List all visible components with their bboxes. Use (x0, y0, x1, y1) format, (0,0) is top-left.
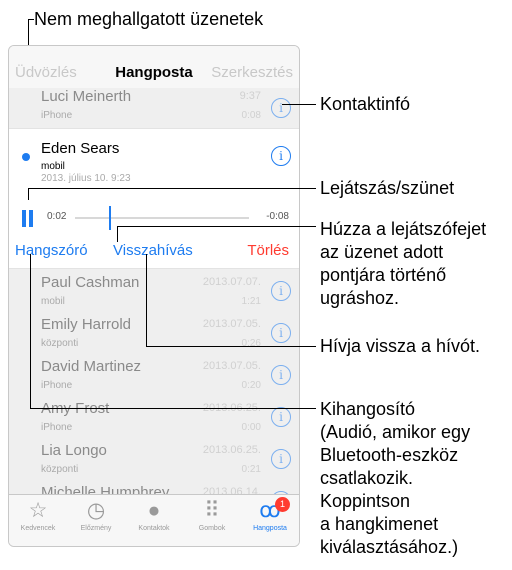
leader-speaker-h (30, 408, 316, 409)
message-date: 2013.07.07. (202, 276, 261, 288)
callout-contact-info: Kontaktinfó (320, 94, 411, 114)
voicemail-row[interactable]: David Martinez iPhone 2013.07.05. 0:20 i (9, 353, 299, 396)
message-duration: 0:26 (241, 338, 261, 349)
message-duration: 0:20 (241, 380, 261, 391)
tab-keypad[interactable]: ⠿ Gombok (183, 499, 241, 532)
callout-line: ugráshoz. (320, 288, 400, 308)
badge-count: 1 (275, 497, 290, 512)
contacts-icon: ● (147, 499, 161, 522)
voicemail-row[interactable]: Paul Cashman mobil 2013.07.07. 1:21 i (9, 269, 299, 312)
callout-speaker: Kihangosító (Audió, amikor egy Bluetooth… (320, 398, 470, 559)
keypad-icon: ⠿ (204, 499, 220, 522)
info-icon[interactable]: i (271, 323, 291, 343)
caller-type: iPhone (41, 422, 73, 433)
audio-player: 0:02 -0:08 (9, 201, 299, 237)
callout-line: csatlakozik. (320, 468, 414, 488)
leader-scrub-v (117, 226, 118, 242)
remaining-time: -0:08 (266, 211, 289, 222)
caller-name: Luci Meinerth (41, 88, 132, 105)
voicemail-row-selected[interactable]: Eden Sears mobil 2013. július 10. 9:23 i (9, 128, 299, 200)
caller-name: David Martinez (41, 358, 142, 375)
callout-line: az üzenet adott (320, 242, 444, 262)
tab-contacts[interactable]: ● Kontaktok (125, 499, 183, 532)
caller-type: központi (41, 464, 79, 475)
pause-button[interactable] (22, 210, 34, 227)
voicemail-row[interactable]: Amy Frost iPhone 2013.06.25. 0:00 i (9, 395, 299, 438)
callout-line: Bluetooth-eszköz (320, 445, 459, 465)
voicemail-icon: ꝏ (259, 499, 281, 522)
info-icon[interactable]: i (271, 449, 291, 469)
callout-line: pontjára történő (320, 265, 447, 285)
leader-speaker-v (30, 254, 31, 408)
speaker-button[interactable]: Hangszóró (15, 242, 88, 259)
info-icon[interactable]: i (271, 98, 291, 118)
callout-line: Húzza a lejátszófejet (320, 219, 487, 239)
message-duration: 0:08 (241, 110, 261, 121)
message-actions: Hangszóró Visszahívás Törlés (9, 238, 299, 269)
message-duration: 0:21 (241, 464, 261, 475)
message-date: 2013.07.05. (202, 360, 261, 372)
leader-play-v (28, 188, 29, 200)
tab-favorites[interactable]: ☆ Kedvencek (9, 499, 67, 532)
elapsed-time: 0:02 (47, 211, 67, 222)
call-back-button[interactable]: Visszahívás (113, 242, 193, 259)
tab-label: Kedvencek (20, 525, 56, 532)
voicemail-row-top[interactable]: Luci Meinerth iPhone 9:37 0:08 i (9, 88, 299, 129)
callout-line: Kihangosító (320, 399, 416, 419)
message-date: 2013.07.05. (202, 318, 261, 330)
playhead[interactable] (108, 206, 111, 230)
scrubber-track[interactable] (75, 217, 249, 219)
tab-label: Előzmény (80, 525, 112, 532)
message-date: 2013.06.25. (202, 444, 261, 456)
tab-voicemail[interactable]: ꝏ 1 Hangposta (241, 497, 299, 532)
voicemail-row[interactable]: Emily Harrold központi 2013.07.05. 0:26 … (9, 311, 299, 354)
leader-scrub-h (117, 226, 316, 227)
caller-type: iPhone (41, 110, 73, 121)
tab-bar: ☆ Kedvencek ◷ Előzmény ● Kontaktok ⠿ Gom… (9, 494, 299, 546)
message-duration: 0:00 (241, 422, 261, 433)
callout-line: kiválasztásához.) (320, 537, 459, 557)
message-date: 2013. július 10. 9:23 (41, 173, 131, 184)
star-icon: ☆ (28, 499, 48, 522)
tab-label: Kontaktok (138, 525, 170, 532)
callout-call-back: Hívja vissza a hívót. (320, 336, 481, 356)
voicemail-row[interactable]: Lia Longo központi 2013.06.25. 0:21 i (9, 437, 299, 480)
info-icon[interactable]: i (271, 281, 291, 301)
phone-screen: Üdvözlés Hangposta Szerkesztés Luci Mein… (8, 45, 300, 547)
callout-line: Koppintson (320, 491, 411, 511)
info-icon[interactable]: i (271, 407, 291, 427)
caller-name: Eden Sears (41, 140, 120, 157)
tab-recents[interactable]: ◷ Előzmény (67, 499, 125, 532)
callout-scrub: Húzza a lejátszófejet az üzenet adott po… (320, 218, 486, 310)
caller-name: Lia Longo (41, 442, 107, 459)
message-duration: 1:21 (241, 296, 261, 307)
leader-callback-h (146, 346, 316, 347)
caller-type: mobil (41, 296, 65, 307)
leader-callback-v (146, 254, 147, 346)
unheard-dot (22, 153, 30, 161)
caller-name: Emily Harrold (41, 316, 132, 333)
tab-label: Gombok (198, 525, 226, 532)
caller-type: központi (41, 338, 79, 349)
message-date: 9:37 (239, 90, 261, 102)
tab-label: Hangposta (253, 525, 287, 532)
callout-play-pause: Lejátszás/szünet (320, 178, 455, 198)
leader-contact-info (282, 104, 316, 105)
caller-type: iPhone (41, 380, 73, 391)
edit-button[interactable]: Szerkesztés (211, 64, 293, 81)
callout-line: (Audió, amikor egy (320, 422, 471, 442)
clock-icon: ◷ (86, 499, 106, 522)
caller-name: Paul Cashman (41, 274, 140, 291)
info-icon[interactable]: i (271, 365, 291, 385)
info-icon[interactable]: i (271, 146, 291, 166)
callout-line: a hangkimenet (320, 514, 439, 534)
callout-unheard: Nem meghallgatott üzenetek (34, 9, 264, 29)
leader-play-h (28, 188, 316, 189)
delete-button[interactable]: Törlés (247, 242, 289, 259)
caller-type: mobil (41, 161, 65, 172)
